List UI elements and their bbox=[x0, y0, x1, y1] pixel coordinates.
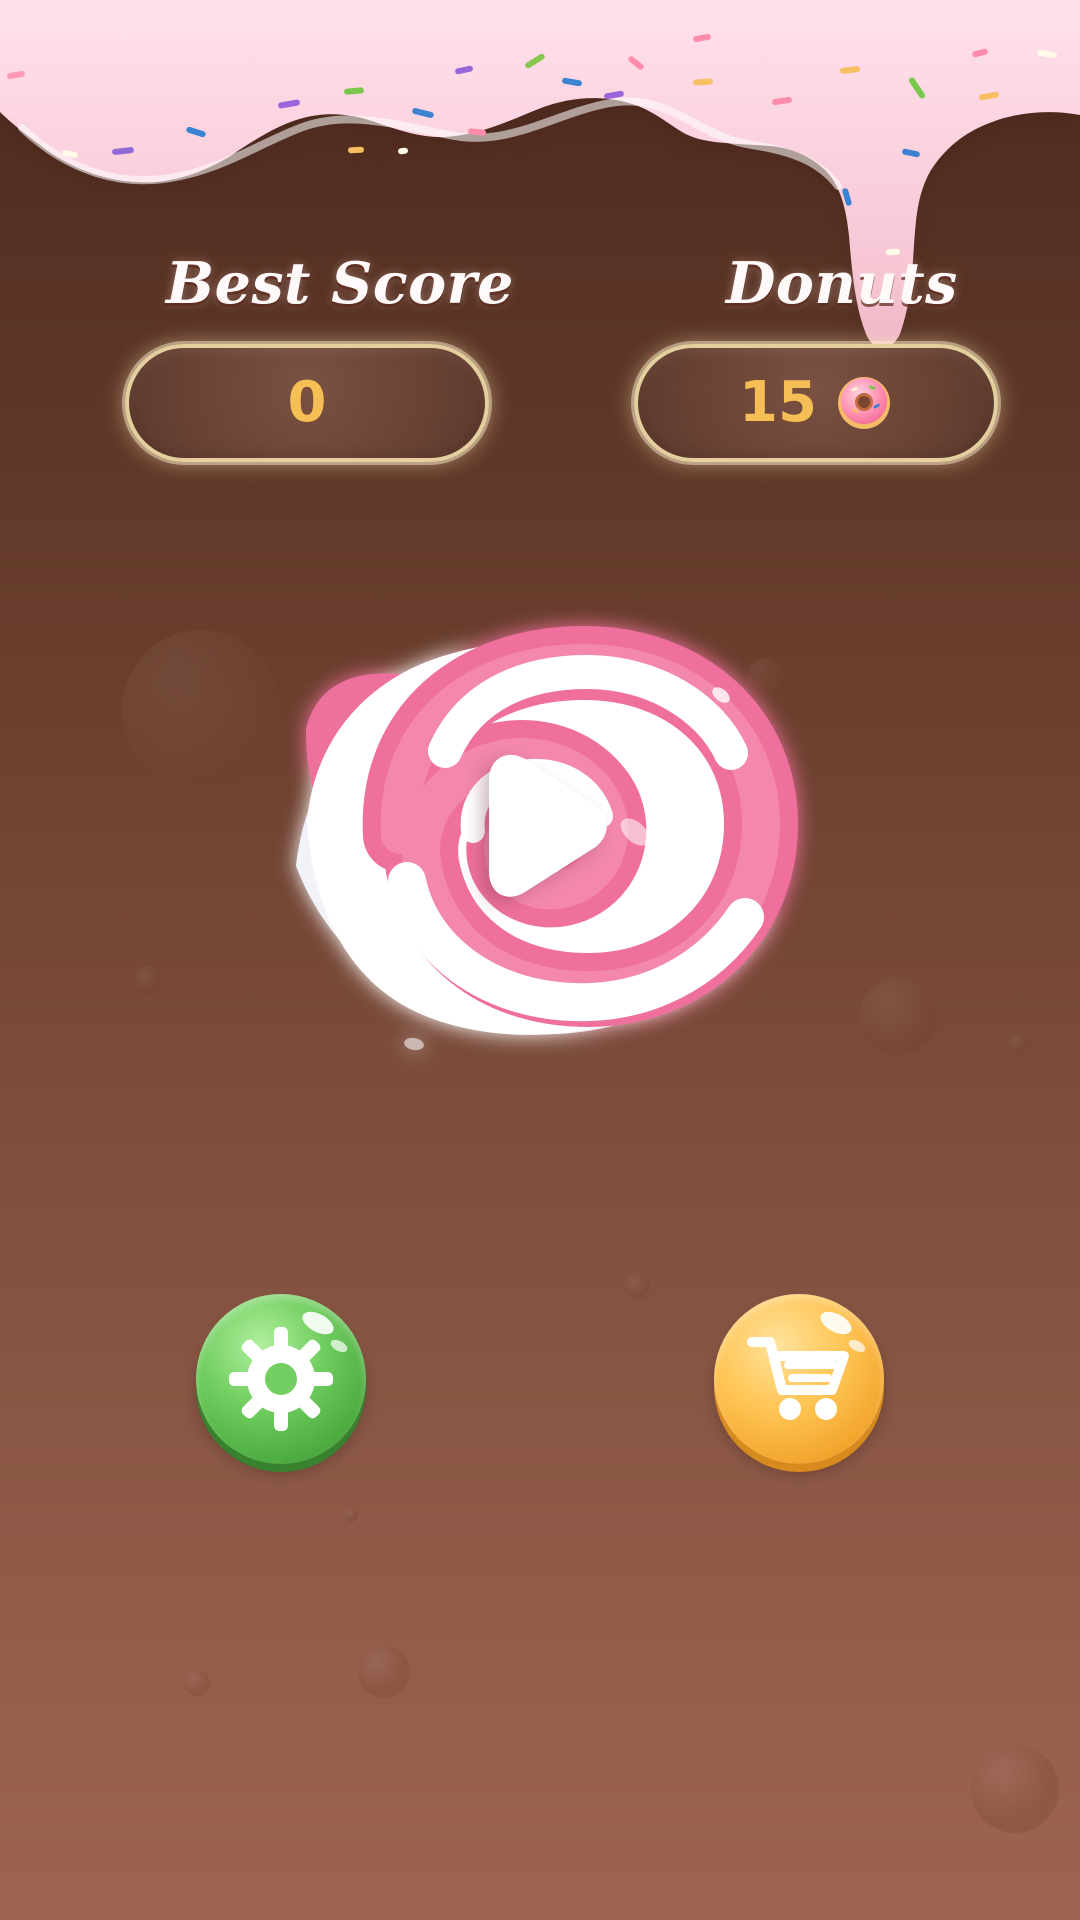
cart-icon bbox=[747, 1337, 849, 1420]
background-bubble bbox=[625, 1274, 650, 1299]
best-score-panel: 0 bbox=[125, 344, 489, 462]
background-bubble bbox=[184, 1670, 210, 1696]
donuts-value: 15 bbox=[739, 370, 817, 435]
donut-icon bbox=[837, 377, 890, 429]
background-bubble bbox=[344, 1508, 358, 1522]
background-bubble bbox=[358, 1646, 410, 1698]
background-bubble bbox=[134, 966, 162, 994]
shop-glyph bbox=[714, 1294, 884, 1464]
background-bubble bbox=[971, 1745, 1059, 1833]
best-score-value: 0 bbox=[287, 370, 327, 435]
donuts-panel: 15 bbox=[634, 344, 998, 462]
play-icon bbox=[296, 626, 798, 1051]
gear-icon bbox=[229, 1327, 333, 1431]
settings-button[interactable] bbox=[196, 1294, 366, 1464]
play-button[interactable] bbox=[263, 577, 823, 1137]
shop-button[interactable] bbox=[714, 1294, 884, 1464]
background-bubble bbox=[860, 977, 938, 1055]
background-bubble bbox=[1008, 1035, 1028, 1055]
background-bubble bbox=[122, 630, 280, 788]
settings-glyph bbox=[196, 1294, 366, 1464]
donuts-label: Donuts bbox=[726, 250, 958, 317]
game-screen: Best Score Donuts 0 15 bbox=[0, 0, 1080, 1920]
best-score-label: Best Score bbox=[166, 250, 514, 317]
